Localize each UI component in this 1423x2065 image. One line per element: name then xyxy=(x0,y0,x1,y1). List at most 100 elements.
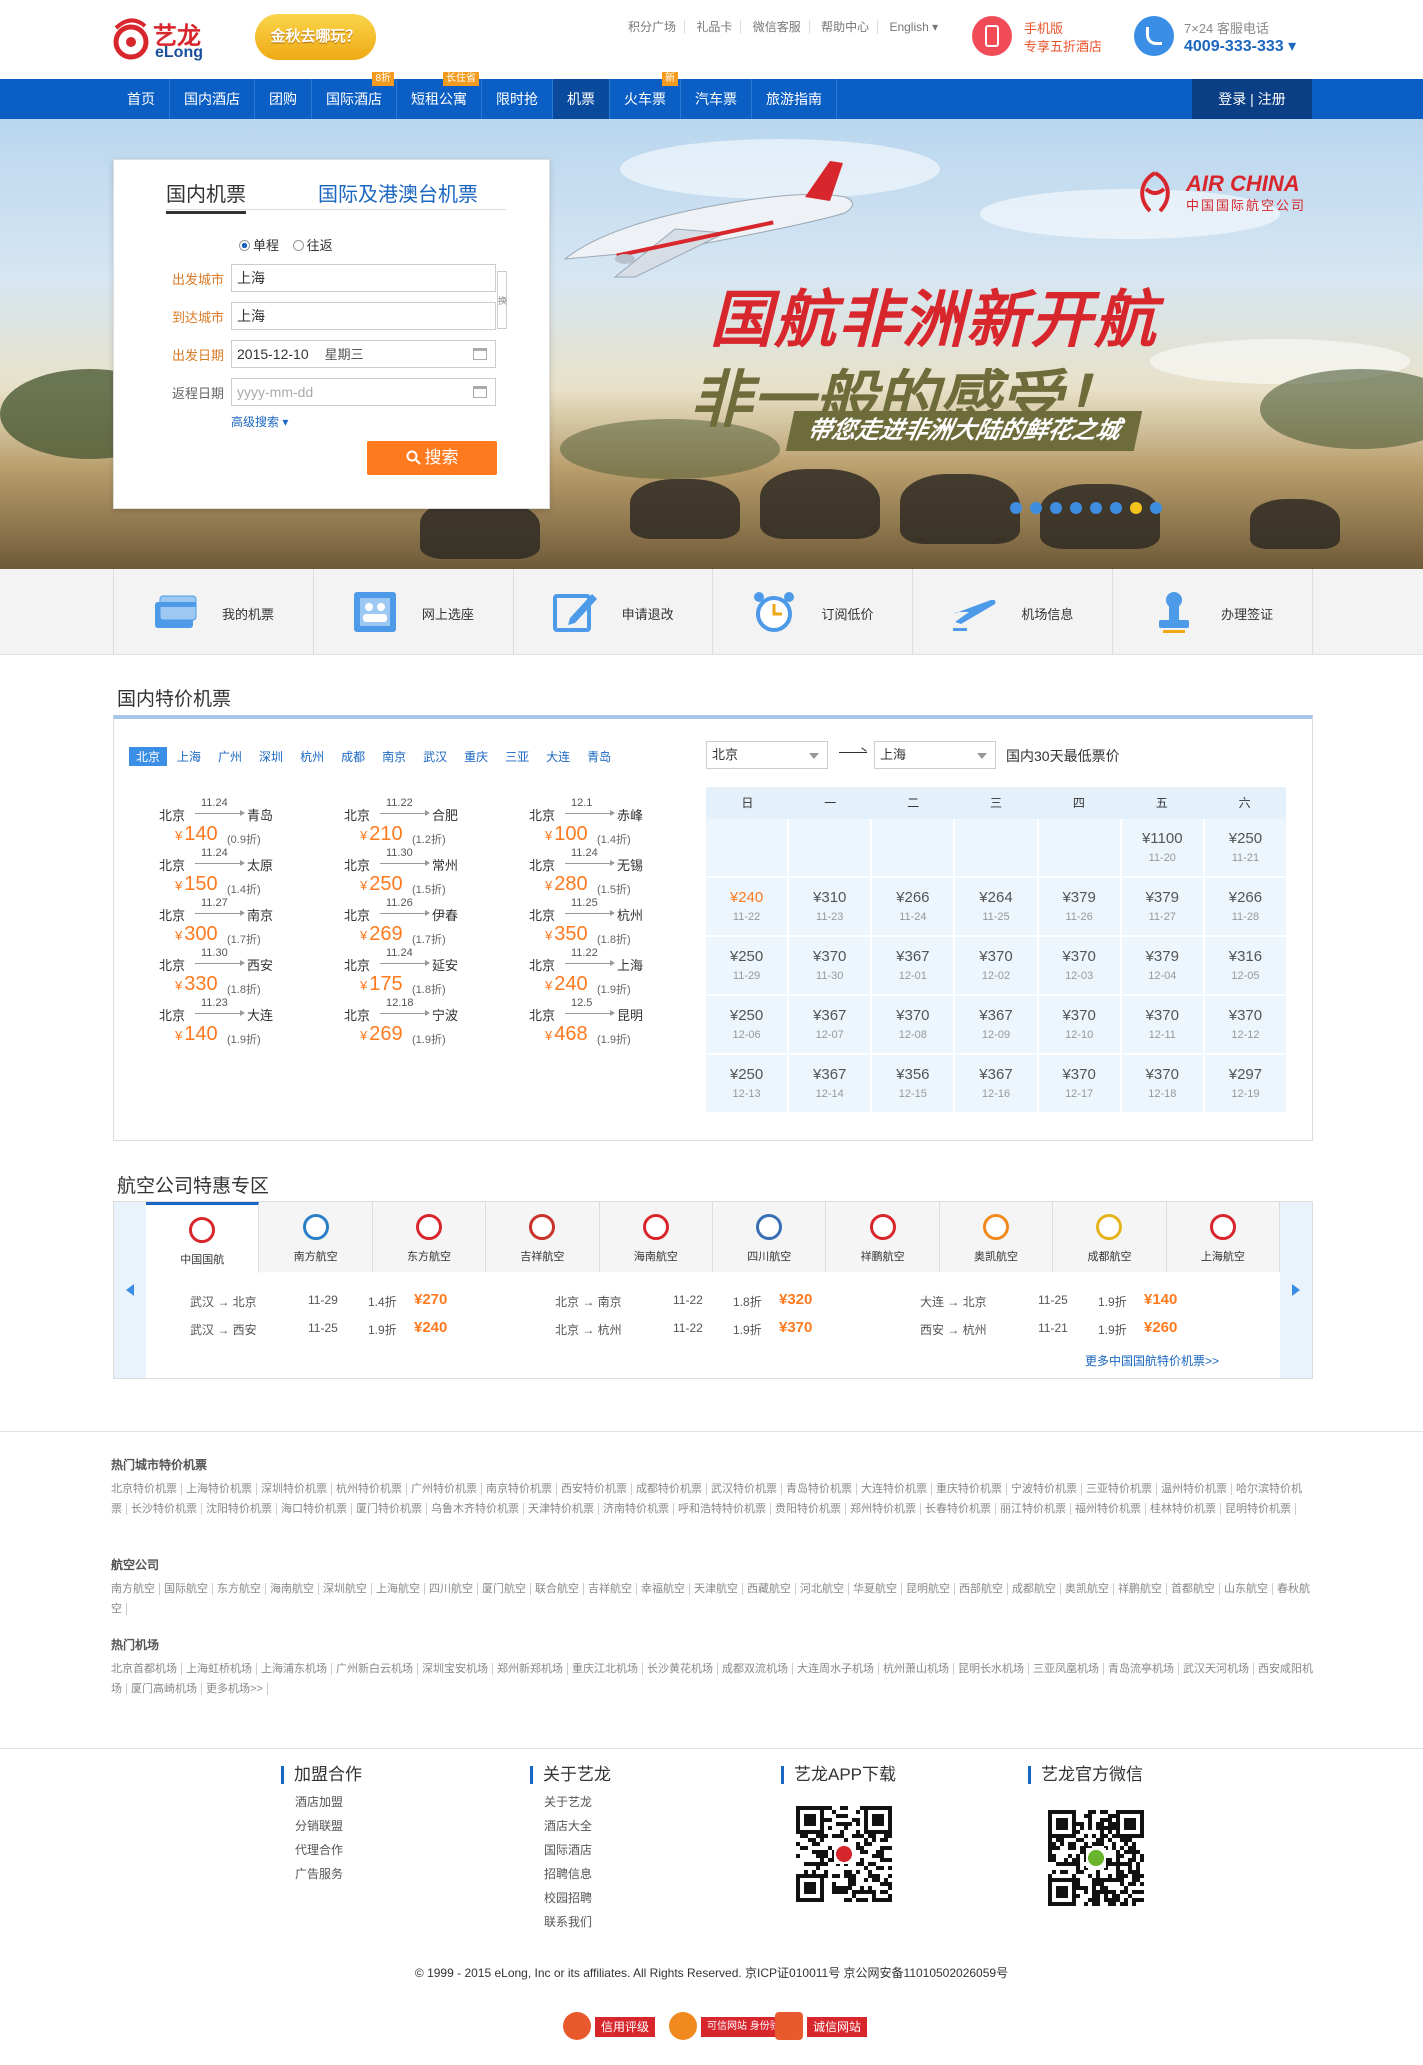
deal-item[interactable]: 北京 11.24 青岛 ¥140 (0.9折) xyxy=(159,797,289,846)
footer-link[interactable]: 深圳特价机票 xyxy=(261,1483,332,1495)
calendar-day[interactable]: ¥379 12-04 xyxy=(1121,937,1203,994)
airline-tab[interactable]: 成都航空 xyxy=(1053,1202,1167,1272)
footer-link[interactable]: 校园招聘 xyxy=(544,1886,611,1910)
footer-link[interactable]: 西部航空 xyxy=(959,1583,1008,1595)
footer-link[interactable]: 上海特价机票 xyxy=(186,1483,257,1495)
footer-link[interactable]: 成都特价机票 xyxy=(636,1483,707,1495)
footer-link[interactable]: 重庆特价机票 xyxy=(936,1483,1007,1495)
footer-link[interactable]: 酒店加盟 xyxy=(295,1790,362,1814)
calendar-day[interactable]: ¥367 12-01 xyxy=(872,937,954,994)
footer-link[interactable]: 桂林特价机票 xyxy=(1150,1503,1221,1515)
airline-tab[interactable]: 奥凯航空 xyxy=(939,1202,1054,1272)
swap-cities-button[interactable]: 换 xyxy=(497,271,507,329)
footer-link[interactable]: 杭州特价机票 xyxy=(336,1483,407,1495)
calendar-day[interactable]: ¥240 11-22 xyxy=(706,878,788,935)
carousel-dot[interactable] xyxy=(1050,502,1062,514)
service-visa[interactable]: 办理签证 xyxy=(1112,569,1313,655)
footer-link[interactable]: 东方航空 xyxy=(217,1583,266,1595)
nav-intl-hotel[interactable]: 国际酒店 8折 xyxy=(312,72,397,119)
radio-roundtrip[interactable]: 往返 xyxy=(292,238,333,253)
deal-item[interactable]: 北京 11.30 常州 ¥250 (1.5折) xyxy=(344,847,474,896)
footer-link[interactable]: 酒店大全 xyxy=(544,1814,611,1838)
deal-item[interactable]: 北京 11.26 伊春 ¥269 (1.7折) xyxy=(344,897,474,946)
footer-link[interactable]: 天津航空 xyxy=(694,1583,743,1595)
city-filter-item[interactable]: 北京 xyxy=(129,747,168,766)
airline-tab[interactable]: 吉祥航空 xyxy=(486,1202,600,1272)
calendar-day[interactable]: ¥367 12-07 xyxy=(789,996,871,1053)
radio-oneway[interactable]: 单程 xyxy=(239,238,279,253)
footer-link[interactable]: 青岛流亭机场 xyxy=(1108,1663,1179,1675)
footer-link[interactable]: 郑州新郑机场 xyxy=(497,1663,568,1675)
footer-link[interactable]: 昆明长水机场 xyxy=(958,1663,1029,1675)
footer-link[interactable]: 上海浦东机场 xyxy=(261,1663,332,1675)
more-airline-deals-link[interactable]: 更多中国国航特价机票>> xyxy=(1085,1352,1219,1369)
nav-flights[interactable]: 机票 xyxy=(553,79,610,119)
footer-link[interactable]: 深圳宝安机场 xyxy=(422,1663,493,1675)
footer-link[interactable]: 南京特价机票 xyxy=(486,1483,557,1495)
service-price-alert[interactable]: 订阅低价 xyxy=(712,569,912,655)
airline-tab[interactable]: 海南航空 xyxy=(599,1202,714,1272)
calendar-to-select[interactable]: 上海 xyxy=(874,741,996,769)
deal-item[interactable]: 北京 11.30 西安 ¥330 (1.8折) xyxy=(159,947,289,996)
nav-groupbuy[interactable]: 团购 xyxy=(255,79,312,119)
nav-domestic-hotel[interactable]: 国内酒店 xyxy=(170,79,255,119)
footer-link[interactable]: 长春特价机票 xyxy=(925,1503,996,1515)
calendar-day[interactable]: ¥370 12-12 xyxy=(1204,996,1286,1053)
deal-item[interactable]: 北京 12.5 昆明 ¥468 (1.9折) xyxy=(529,997,659,1046)
calendar-day[interactable]: ¥370 12-08 xyxy=(872,996,954,1053)
city-filter-item[interactable]: 广州 xyxy=(211,747,249,766)
calendar-day[interactable]: ¥370 12-10 xyxy=(1038,996,1120,1053)
city-filter-item[interactable]: 杭州 xyxy=(293,747,331,766)
footer-link[interactable]: 天津特价机票 xyxy=(528,1503,599,1515)
deal-item[interactable]: 北京 11.24 延安 ¥175 (1.8折) xyxy=(344,947,474,996)
footer-link[interactable]: 乌鲁木齐特价机票 xyxy=(431,1503,524,1515)
footer-link[interactable]: 大连特价机票 xyxy=(861,1483,932,1495)
footer-link[interactable]: 广州新白云机场 xyxy=(336,1663,418,1675)
top-link-help[interactable]: 帮助中心 xyxy=(813,20,879,34)
airline-tab[interactable]: 四川航空 xyxy=(713,1202,827,1272)
nav-train[interactable]: 火车票 新 xyxy=(610,72,681,119)
top-link-points[interactable]: 积分广场 xyxy=(620,20,686,34)
footer-link[interactable]: 长沙黄花机场 xyxy=(647,1663,718,1675)
tab-intl-flights[interactable]: 国际及港澳台机票 xyxy=(318,178,478,207)
next-airline-button[interactable] xyxy=(1280,1202,1312,1378)
footer-link[interactable]: 华夏航空 xyxy=(853,1583,902,1595)
calendar-icon[interactable] xyxy=(473,386,487,398)
footer-link[interactable]: 关于艺龙 xyxy=(544,1790,611,1814)
calendar-day[interactable]: ¥370 12-02 xyxy=(955,937,1037,994)
calendar-day[interactable]: ¥250 12-06 xyxy=(706,996,788,1053)
service-refund-change[interactable]: 申请退改 xyxy=(512,569,713,655)
city-filter-item[interactable]: 青岛 xyxy=(580,747,618,766)
footer-link[interactable]: 厦门特价机票 xyxy=(356,1503,427,1515)
city-filter-item[interactable]: 成都 xyxy=(334,747,372,766)
footer-link[interactable]: 昆明航空 xyxy=(906,1583,955,1595)
footer-link[interactable]: 沈阳特价机票 xyxy=(206,1503,277,1515)
footer-link[interactable]: 三亚特价机票 xyxy=(1086,1483,1157,1495)
airline-tab[interactable]: 东方航空 xyxy=(372,1202,487,1272)
city-filter-item[interactable]: 三亚 xyxy=(498,747,536,766)
calendar-day[interactable]: ¥370 12-18 xyxy=(1121,1055,1203,1112)
top-link-english[interactable]: English ▾ xyxy=(881,20,946,34)
footer-link[interactable]: 分销联盟 xyxy=(295,1814,362,1838)
calendar-day[interactable]: ¥356 12-15 xyxy=(872,1055,954,1112)
footer-link[interactable]: 深圳航空 xyxy=(323,1583,372,1595)
top-link-giftcard[interactable]: 礼品卡 xyxy=(688,20,742,34)
calendar-day[interactable]: ¥250 11-21 xyxy=(1204,819,1286,876)
deal-item[interactable]: 北京 11.27 南京 ¥300 (1.7折) xyxy=(159,897,289,946)
footer-link[interactable]: 海口特价机票 xyxy=(281,1503,352,1515)
footer-link[interactable]: 成都航空 xyxy=(1012,1583,1061,1595)
nav-apartment[interactable]: 短租公寓 长住省 xyxy=(397,72,482,119)
footer-link[interactable]: 祥鹏航空 xyxy=(1118,1583,1167,1595)
calendar-day[interactable]: ¥379 11-27 xyxy=(1121,878,1203,935)
top-link-wechat-service[interactable]: 微信客服 xyxy=(744,20,810,34)
footer-link[interactable]: 丽江特价机票 xyxy=(1000,1503,1071,1515)
footer-link[interactable]: 首都航空 xyxy=(1171,1583,1220,1595)
from-city-input[interactable]: 上海 xyxy=(231,264,496,292)
footer-link[interactable]: 南方航空 xyxy=(111,1583,160,1595)
footer-link[interactable]: 西藏航空 xyxy=(747,1583,796,1595)
airline-tab[interactable]: 中国国航 xyxy=(146,1202,260,1273)
calendar-day[interactable]: ¥266 11-28 xyxy=(1204,878,1286,935)
footer-link[interactable]: 厦门航空 xyxy=(482,1583,531,1595)
footer-link[interactable]: 四川航空 xyxy=(429,1583,478,1595)
footer-link[interactable]: 三亚凤凰机场 xyxy=(1033,1663,1104,1675)
